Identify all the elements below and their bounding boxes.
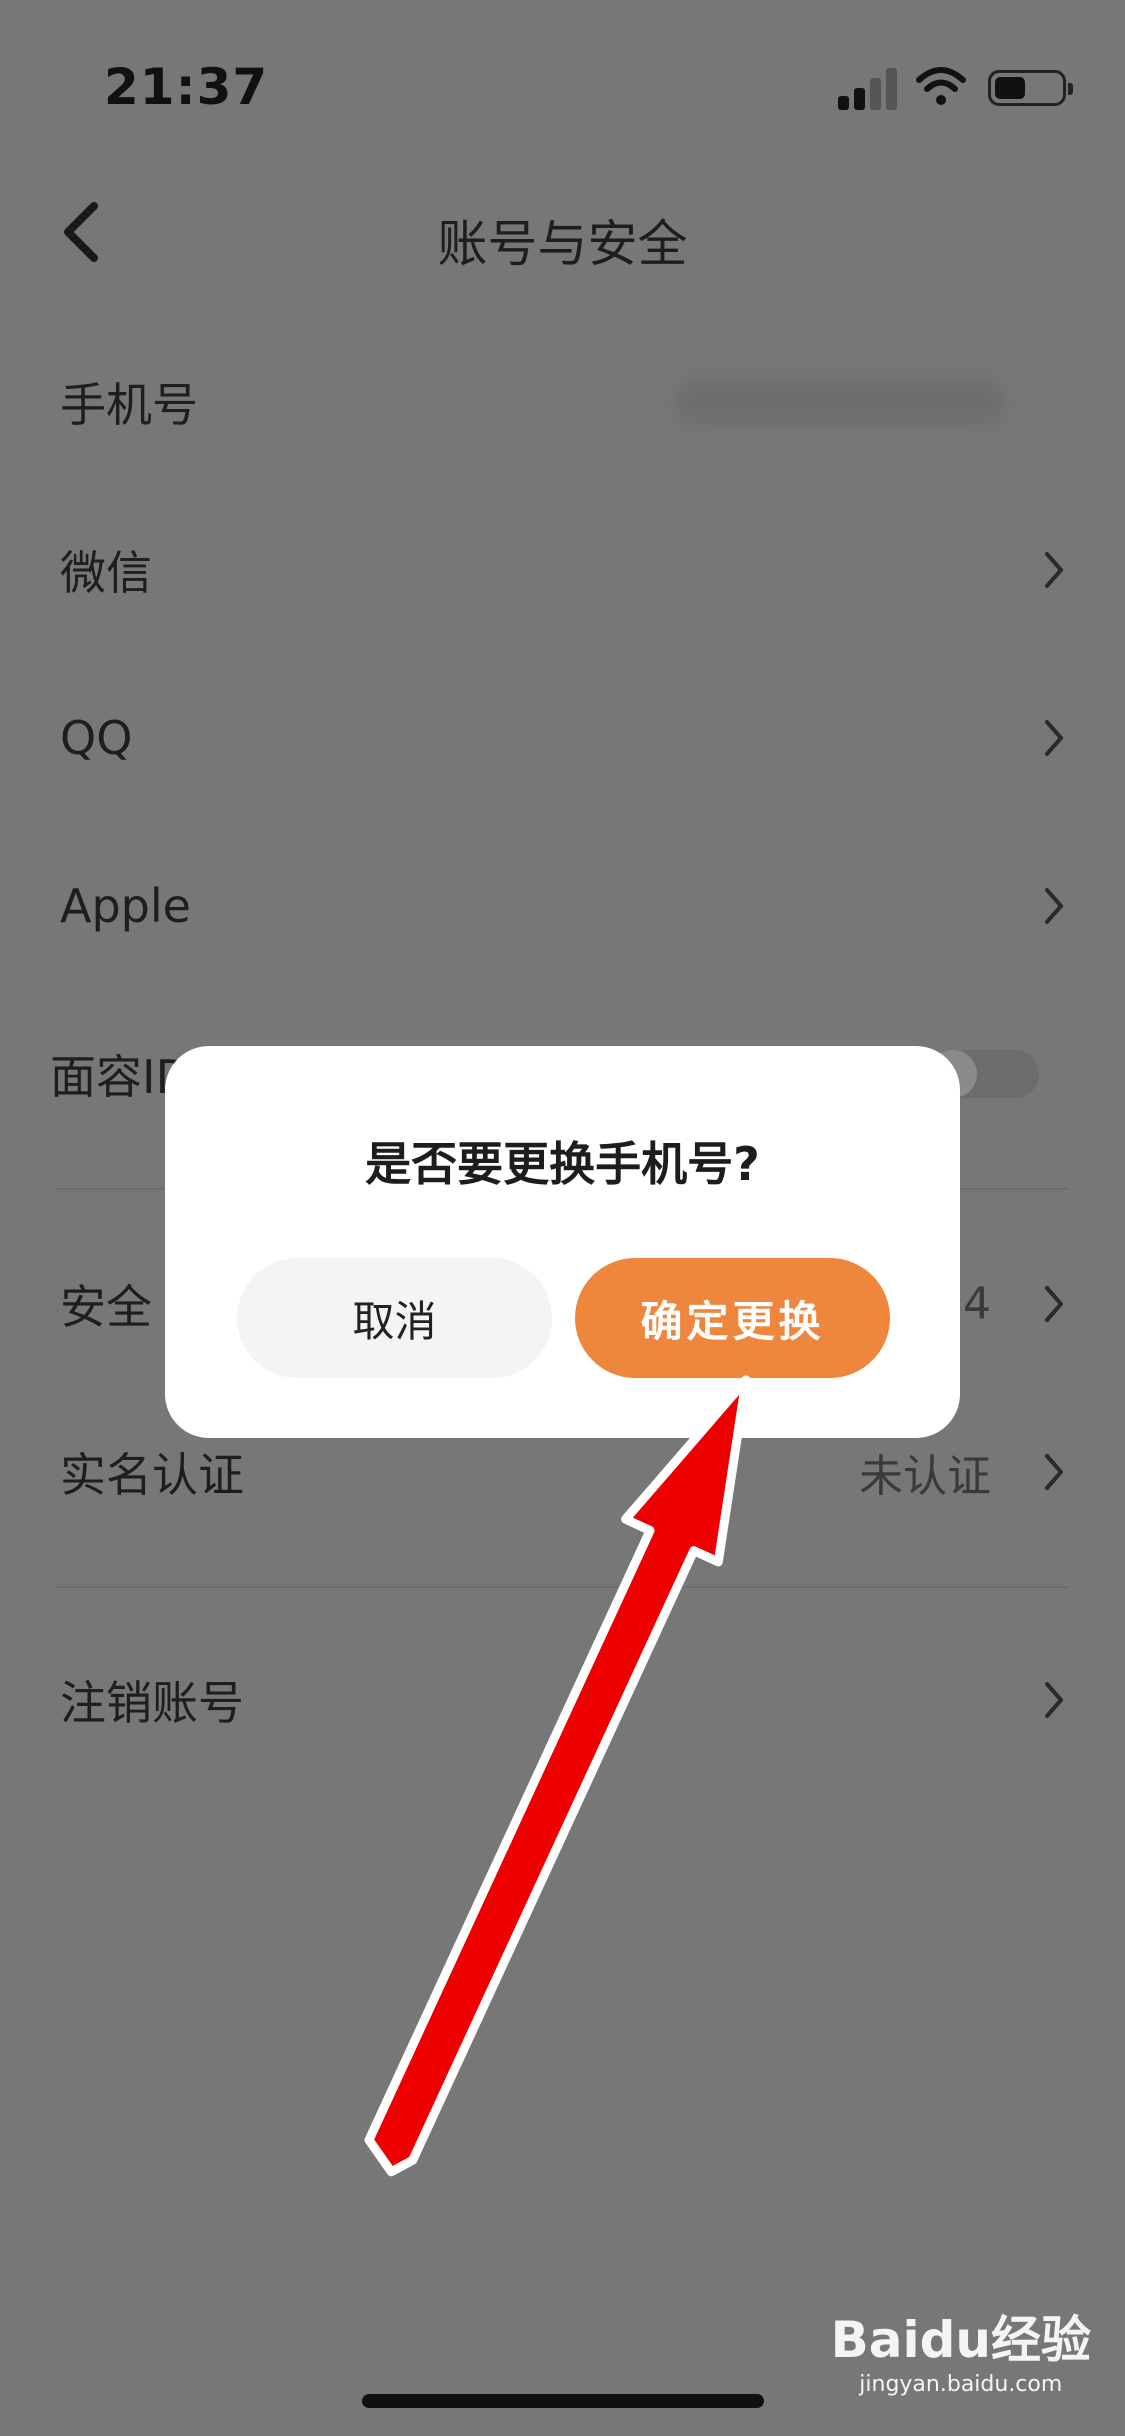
chevron-right-icon	[1045, 1682, 1063, 1718]
row-value: 4	[963, 1278, 991, 1330]
row-wechat[interactable]: 微信	[0, 510, 1125, 630]
dialog-title: 是否要更换手机号?	[365, 1137, 760, 1191]
chevron-right-icon	[1045, 1286, 1063, 1322]
baidu-watermark: Baidu经验 jingyan.baidu.com	[831, 2300, 1091, 2397]
row-apple[interactable]: Apple	[0, 846, 1125, 966]
chevron-right-icon	[1045, 552, 1063, 588]
chevron-right-icon	[1045, 720, 1063, 756]
home-indicator	[362, 2394, 764, 2408]
wifi-icon	[916, 67, 966, 105]
row-label: 注销账号	[60, 1676, 244, 1730]
row-value: 未认证	[859, 1451, 991, 1502]
row-label: Apple	[60, 879, 191, 933]
section-divider	[56, 1586, 1069, 1588]
row-phone-number[interactable]: 手机号	[0, 342, 1125, 462]
row-label: 微信	[60, 546, 152, 600]
battery-icon	[988, 70, 1073, 106]
row-label: 安全	[60, 1280, 152, 1334]
row-label: 实名认证	[60, 1448, 244, 1502]
confirm-change-button[interactable]: 确定更换	[575, 1258, 890, 1378]
row-delete-account[interactable]: 注销账号	[0, 1640, 1125, 1760]
status-time: 21:37	[104, 58, 269, 116]
chevron-right-icon	[1045, 888, 1063, 924]
watermark-brand: Baidu经验	[830, 2311, 1091, 2369]
cellular-signal-icon	[838, 66, 898, 110]
row-label: QQ	[60, 711, 133, 765]
chevron-right-icon	[1045, 1454, 1063, 1490]
confirm-dialog: 是否要更换手机号? 取消 确定更换	[165, 1046, 960, 1438]
page-title: 账号与安全	[437, 215, 688, 273]
row-label: 手机号	[60, 378, 198, 432]
row-qq[interactable]: QQ	[0, 678, 1125, 798]
cancel-button[interactable]: 取消	[237, 1258, 552, 1378]
watermark-site: jingyan.baidu.com	[859, 2372, 1063, 2397]
phone-value-redacted	[675, 379, 1005, 425]
